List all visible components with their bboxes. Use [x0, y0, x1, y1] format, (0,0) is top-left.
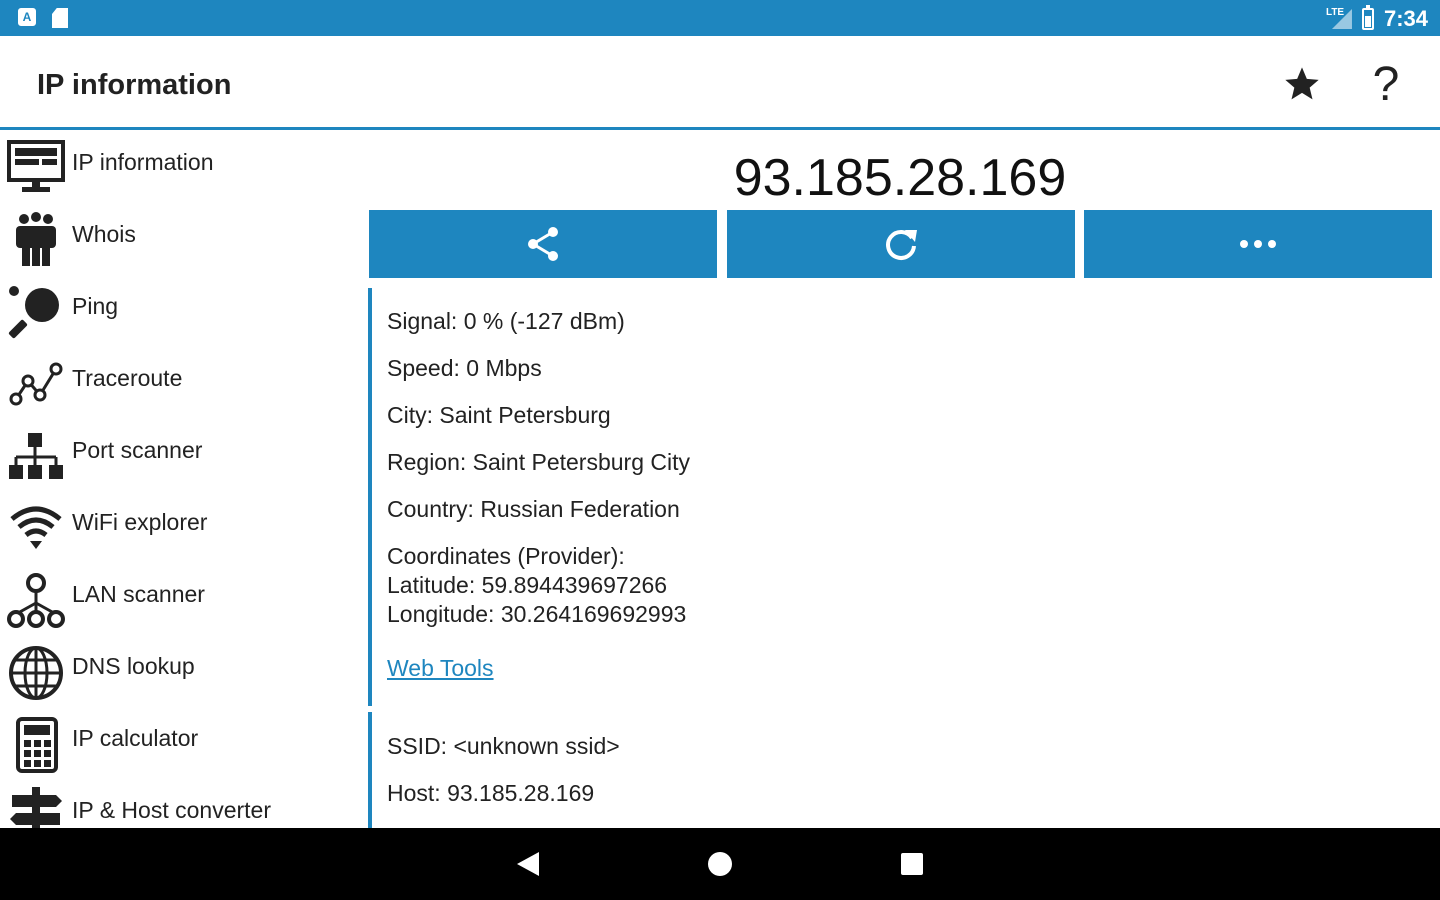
status-bar: A LTE 7:34 [0, 0, 1440, 36]
status-right-icons: LTE 7:34 [1325, 5, 1428, 32]
ssid-text: SSID: <unknown ssid> [387, 733, 620, 759]
calculator-icon [6, 715, 66, 775]
wifi-icon [6, 499, 66, 559]
region-text: Region: Saint Petersburg City [387, 449, 690, 475]
home-icon[interactable] [708, 852, 732, 876]
sidebar-item-ip-information[interactable]: IP information [0, 133, 360, 205]
sidebar-item-wifi-explorer[interactable]: WiFi explorer [0, 493, 360, 565]
more-button[interactable] [1084, 210, 1432, 278]
globe-icon [6, 643, 66, 703]
back-icon[interactable] [517, 852, 539, 876]
sidebar-item-port-scanner[interactable]: Port scanner [0, 421, 360, 493]
notification-app-icon: A [18, 8, 36, 26]
coordinates-header: Coordinates (Provider): [387, 543, 625, 569]
help-icon[interactable]: ? [1362, 58, 1410, 111]
network-icon [6, 427, 66, 487]
more-icon [1240, 240, 1276, 248]
city-text: City: Saint Petersburg [387, 402, 611, 428]
refresh-icon [886, 230, 917, 260]
web-tools-link[interactable]: Web Tools [387, 655, 494, 682]
sidebar-item-ip-calculator[interactable]: IP calculator [0, 709, 360, 781]
longitude-text: Longitude: 30.264169692993 [387, 601, 687, 627]
sidebar-item-label: LAN scanner [72, 581, 205, 607]
status-left-icons: A [18, 8, 68, 28]
sidebar-item-dns-lookup[interactable]: DNS lookup [0, 637, 360, 709]
ping-pong-icon [6, 283, 66, 343]
sidebar-item-label: Ping [72, 293, 119, 319]
recent-apps-icon[interactable] [901, 853, 923, 875]
share-button[interactable] [369, 210, 717, 278]
ip-address: 93.185.28.169 [733, 149, 1067, 207]
sidebar-item-lan-scanner[interactable]: LAN scanner [0, 565, 360, 637]
refresh-button[interactable] [727, 210, 1075, 278]
monitor-icon [6, 139, 66, 199]
lan-icon [6, 571, 66, 631]
sidebar-item-label: Port scanner [72, 437, 203, 463]
sidebar: IP information Whois Ping Traceroute Por… [0, 133, 360, 837]
battery-icon [1361, 5, 1374, 30]
ip-info-card: Signal: 0 % (-127 dBm) Speed: 0 Mbps Cit… [368, 288, 1432, 706]
sidebar-item-ping[interactable]: Ping [0, 277, 360, 349]
status-time: 7:34 [1383, 6, 1428, 31]
host-text: Host: 93.185.28.169 [387, 780, 595, 806]
sidebar-item-traceroute[interactable]: Traceroute [0, 349, 360, 421]
latitude-text: Latitude: 59.894439697266 [387, 572, 668, 598]
share-icon [528, 227, 558, 261]
sidebar-item-whois[interactable]: Whois [0, 205, 360, 277]
page-title: IP information [37, 69, 232, 101]
sidebar-item-label: DNS lookup [72, 653, 195, 679]
sidebar-item-label: WiFi explorer [72, 509, 208, 535]
sidebar-item-label: Traceroute [72, 365, 183, 391]
people-icon [6, 211, 66, 271]
app-bar: IP information ? [0, 36, 1440, 130]
network-label: LTE [1325, 7, 1345, 18]
speed-text: Speed: 0 Mbps [387, 355, 542, 381]
star-icon[interactable] [1278, 60, 1326, 108]
network-card: SSID: <unknown ssid> Host: 93.185.28.169 [368, 712, 1432, 828]
route-icon [6, 355, 66, 415]
country-text: Country: Russian Federation [387, 496, 680, 522]
sidebar-item-label: Whois [72, 221, 136, 247]
sidebar-item-label: IP information [72, 149, 214, 175]
signal-icon: LTE [1325, 7, 1352, 29]
sidebar-item-label: IP & Host converter [72, 797, 271, 823]
system-nav-bar [0, 828, 1440, 900]
sd-card-icon [52, 8, 68, 28]
signal-text: Signal: 0 % (-127 dBm) [387, 308, 625, 334]
sidebar-item-label: IP calculator [72, 725, 199, 751]
